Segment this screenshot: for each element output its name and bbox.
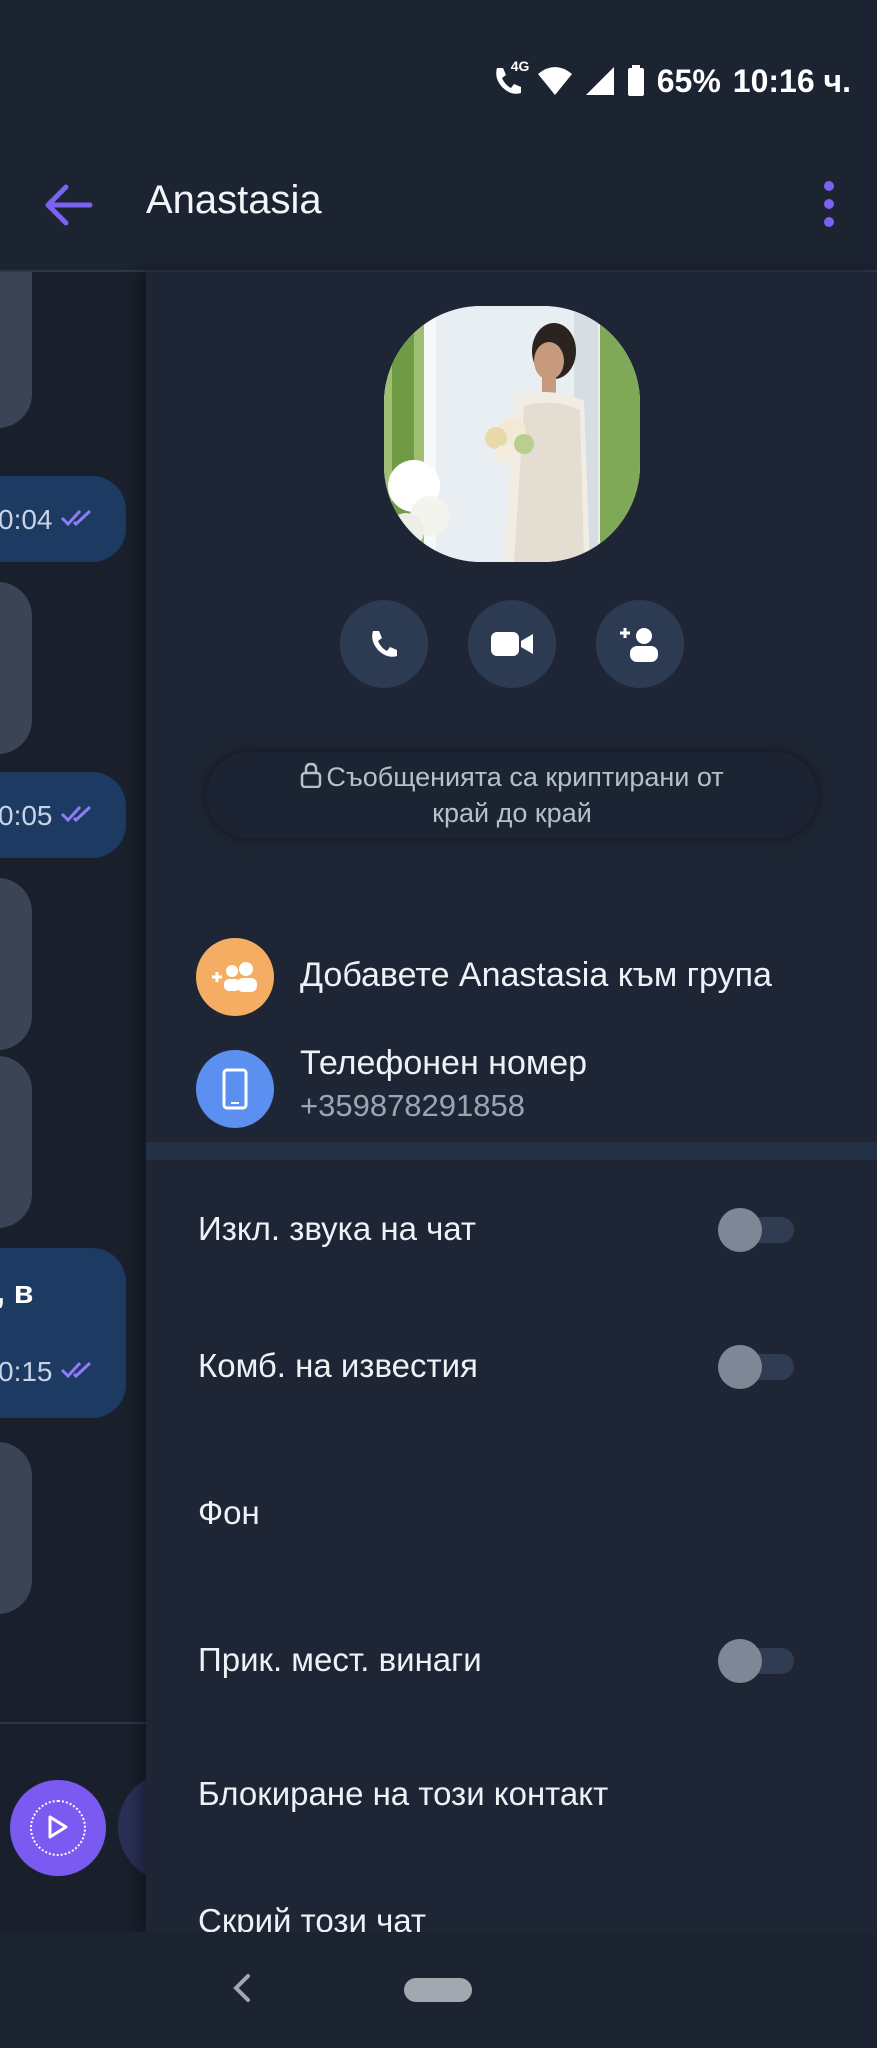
- attach-location-toggle[interactable]: [718, 1639, 794, 1683]
- message-fragment: , в: [0, 1274, 34, 1310]
- phone-label: Телефонен номер: [300, 1044, 588, 1082]
- back-button[interactable]: [40, 180, 100, 230]
- battery-icon: [627, 65, 645, 97]
- add-contact-button[interactable]: [596, 600, 684, 688]
- double-check-icon: [60, 1361, 92, 1379]
- arrow-back-icon: [45, 184, 93, 226]
- battery-level: 65%: [656, 62, 721, 99]
- mute-chat-row[interactable]: Изкл. звука на чат: [146, 1178, 877, 1278]
- nav-home-button[interactable]: [404, 1978, 472, 2002]
- page-title: Anastasia: [146, 178, 322, 222]
- incoming-message[interactable]: [0, 272, 32, 428]
- more-vert-icon: [824, 181, 834, 227]
- incoming-message[interactable]: [0, 878, 32, 1050]
- always-attach-location-row[interactable]: Прик. мест. винаги: [146, 1609, 877, 1709]
- composer-divider: [0, 1722, 146, 1724]
- voice-message-button[interactable]: [10, 1780, 106, 1876]
- more-options-button[interactable]: [819, 178, 839, 230]
- clock: 10:16 ч.: [732, 62, 851, 99]
- video-call-button[interactable]: [468, 600, 556, 688]
- incoming-message[interactable]: [0, 1442, 32, 1614]
- wifi-call-icon: 4G: [491, 58, 529, 98]
- section-divider: [146, 1142, 877, 1160]
- merge-notifications-row[interactable]: Комб. на известия: [146, 1315, 877, 1415]
- phone-number: +359878291858: [300, 1088, 525, 1123]
- avatar[interactable]: [384, 306, 640, 562]
- background-row[interactable]: Фон: [146, 1462, 877, 1562]
- chevron-left-icon: [233, 1974, 250, 2002]
- app-bar: Anastasia: [0, 140, 877, 272]
- incoming-message[interactable]: [0, 582, 32, 754]
- group-add-icon: [196, 938, 274, 1016]
- mute-chat-toggle[interactable]: [718, 1208, 794, 1252]
- add-to-group-label: Добавете Anastasia към група: [300, 956, 772, 994]
- double-check-icon: [60, 805, 92, 823]
- signal-icon: [585, 66, 615, 96]
- block-contact-row[interactable]: Блокиране на този контакт: [146, 1743, 877, 1843]
- composer-circle: [118, 1772, 146, 1882]
- hide-chat-row[interactable]: Скрий този чат: [146, 1870, 877, 1932]
- wifi-icon: [537, 66, 573, 96]
- nav-back-button[interactable]: [230, 1972, 254, 2009]
- lock-icon: [300, 762, 322, 796]
- outgoing-message[interactable]: 0:04: [0, 476, 126, 562]
- smartphone-icon: [196, 1050, 274, 1128]
- merge-notifications-toggle[interactable]: [718, 1345, 794, 1389]
- outgoing-message[interactable]: 0:05: [0, 772, 126, 858]
- encryption-notice[interactable]: Съобщенията са криптирани от край до кра…: [206, 752, 818, 838]
- add-contact-icon: [620, 628, 658, 662]
- contact-info-panel: Съобщенията са криптирани от край до кра…: [146, 272, 877, 1932]
- video-icon: [491, 632, 533, 656]
- double-check-icon: [60, 509, 92, 527]
- phone-number-row[interactable]: Телефонен номер +359878291858: [146, 1038, 877, 1138]
- play-icon: [48, 1815, 68, 1839]
- call-icon: [372, 631, 397, 657]
- incoming-message[interactable]: [0, 1056, 32, 1228]
- status-bar: 4G 65% 10:16 ч.: [0, 0, 877, 140]
- system-nav-bar: [0, 1932, 877, 2048]
- call-button[interactable]: [340, 600, 428, 688]
- chat-background: 0:04 0:05 0:15: [0, 272, 146, 1932]
- contact-photo: [384, 306, 640, 562]
- add-to-group-row[interactable]: Добавете Anastasia към група: [146, 922, 877, 1032]
